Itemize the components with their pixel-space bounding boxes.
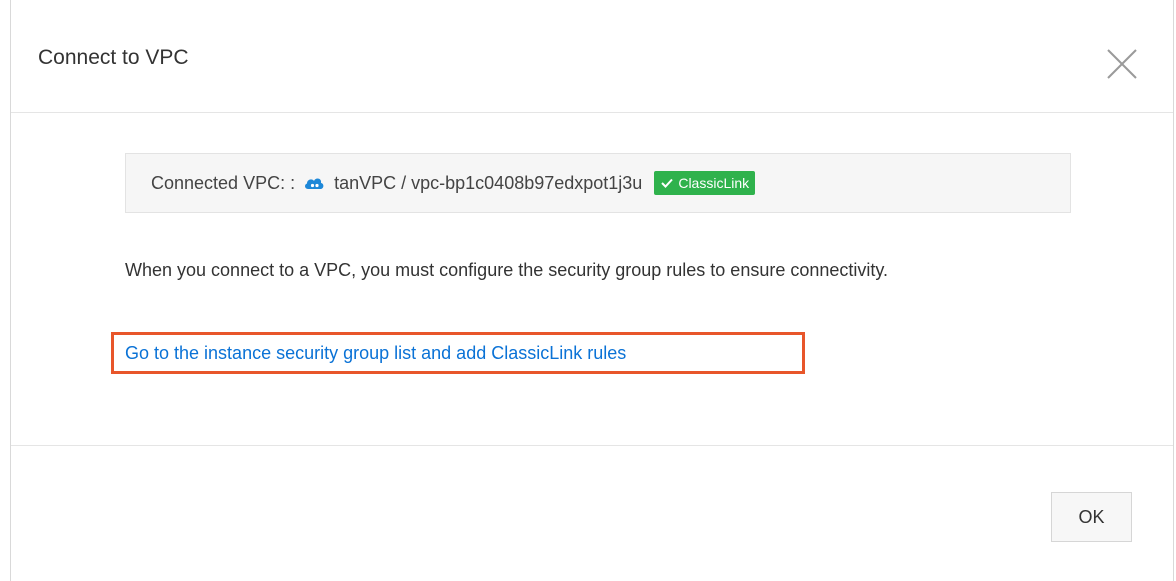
dialog-footer: OK xyxy=(11,446,1173,581)
ok-button[interactable]: OK xyxy=(1051,492,1132,542)
cloud-icon xyxy=(303,175,325,191)
security-group-link[interactable]: Go to the instance security group list a… xyxy=(125,343,626,364)
classiclink-badge: ClassicLink xyxy=(654,171,756,195)
dialog-header: Connect to VPC xyxy=(11,0,1173,113)
check-icon xyxy=(660,176,674,190)
link-highlight-box: Go to the instance security group list a… xyxy=(111,332,805,374)
description-text: When you connect to a VPC, you must conf… xyxy=(125,260,889,280)
vpc-name: tanVPC / vpc-bp1c0408b97edxpot1j3u xyxy=(334,172,643,193)
connected-vpc-label: Connected VPC: : xyxy=(151,172,296,193)
close-icon[interactable] xyxy=(1105,47,1139,81)
classiclink-badge-label: ClassicLink xyxy=(678,175,750,191)
connect-vpc-dialog: Connect to VPC Connected VPC: : tanVPC /… xyxy=(10,0,1174,581)
dialog-title: Connect to VPC xyxy=(38,46,189,69)
dialog-body: Connected VPC: : tanVPC / vpc-bp1c0408b9… xyxy=(11,113,1173,446)
connected-vpc-panel: Connected VPC: : tanVPC / vpc-bp1c0408b9… xyxy=(125,153,1071,213)
